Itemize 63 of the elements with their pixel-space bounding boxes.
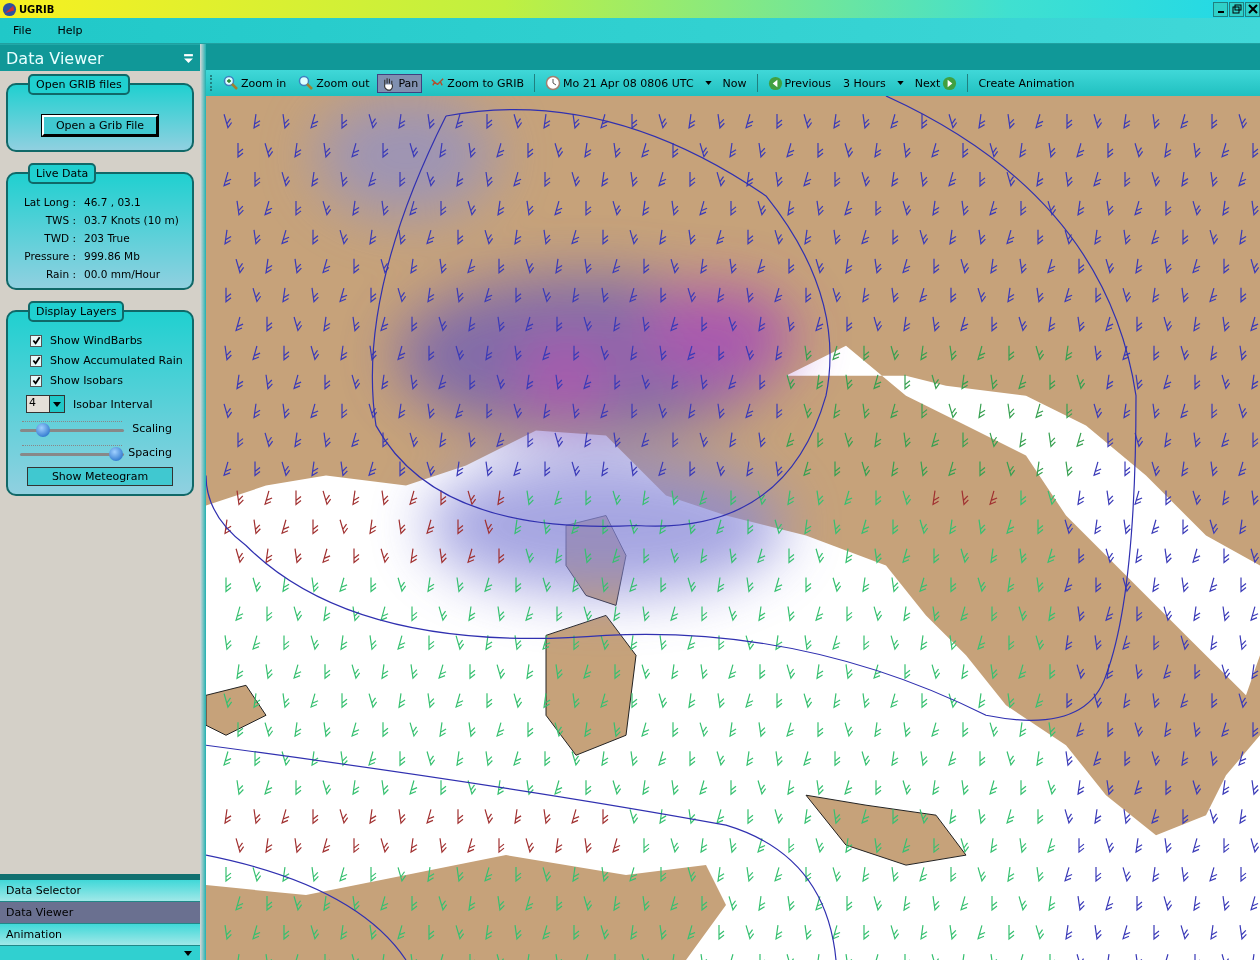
toolbar-button[interactable]: Mo 21 Apr 08 0806 UTC [541,73,698,93]
toolbar-button[interactable]: Zoom to GRIB [426,73,529,93]
magnifier-icon [223,75,239,91]
data-label: TWD : [43,232,76,244]
toolbar-button[interactable]: Create Animation [974,74,1079,92]
slider-label: Scaling [132,421,172,435]
checkbox-label: Show Isobars [50,374,123,387]
minimize-button[interactable] [1213,1,1228,17]
group-legend: Live Data [28,163,97,184]
nav-tab[interactable]: Animation [0,924,200,946]
minimize-icon [1217,11,1224,13]
splitter-grip[interactable] [0,874,200,880]
window-title: UGRIB [19,3,55,15]
checkbox-label: Show WindBarbs [50,334,143,347]
toolbar-button[interactable]: 3 Hours [839,74,890,92]
data-value: 203 True [84,232,131,244]
toolbar-button[interactable]: Next [910,73,962,93]
restore-icon [1231,4,1242,14]
data-label: TWS : [44,214,76,226]
checkbox[interactable] [30,354,42,367]
group-legend: Open GRIB files [28,74,130,95]
nav-tab[interactable]: Data Selector [0,880,200,902]
checkbox-label: Show Accumulated Rain [50,354,183,367]
checkbox[interactable] [30,374,42,387]
slider-track[interactable] [20,419,124,437]
data-value: 00.0 mm/Hour [84,268,161,280]
collapse-icon[interactable] [183,52,194,64]
restore-button[interactable] [1229,1,1244,17]
slider-track[interactable] [20,443,124,461]
close-button[interactable] [1245,1,1260,17]
menu-item[interactable]: File [0,24,45,37]
data-label: Lat Long : [22,196,76,208]
magnifier-icon [298,75,315,91]
open-file-button[interactable]: Open a Grib File [41,115,159,136]
slider-thumb[interactable] [35,423,50,437]
toolbar-button[interactable]: Zoom out [294,73,374,93]
close-icon [1247,4,1258,14]
app-logo-icon [2,1,17,17]
caret-icon[interactable] [184,950,192,956]
dropdown-label: Isobar Interval [73,397,153,411]
slider-label: Spacing [128,445,172,459]
caret-icon[interactable] [896,81,904,85]
toolbar-button[interactable]: Now [718,74,751,92]
data-label: Rain : [45,268,76,280]
slider-thumb[interactable] [108,447,123,461]
data-value: 03.7 Knots (10 m) [84,214,180,226]
weather-map-drawing[interactable] [206,96,1260,960]
caret-icon[interactable] [704,81,712,85]
data-value: 999.86 Mb [84,250,141,262]
panel-title: Data Viewer [6,48,104,68]
group-legend: Display Layers [28,301,125,322]
toolbar-button[interactable]: Zoom in [219,73,291,93]
menu-item[interactable]: Help [44,24,96,37]
clock-icon [545,75,562,91]
toolbar-button[interactable]: Previous [763,73,836,93]
data-value: 46.7 , 03.1 [84,196,142,208]
caret-icon [53,401,61,407]
toolbar-button[interactable]: Pan [377,73,423,93]
meteogram-button[interactable]: Show Meteogram [27,467,173,486]
nav-tab[interactable]: Data Viewer [0,902,200,924]
checkbox[interactable] [30,334,42,347]
interval-dropdown[interactable]: 4 [26,395,65,413]
data-label: Pressure : [23,250,76,262]
